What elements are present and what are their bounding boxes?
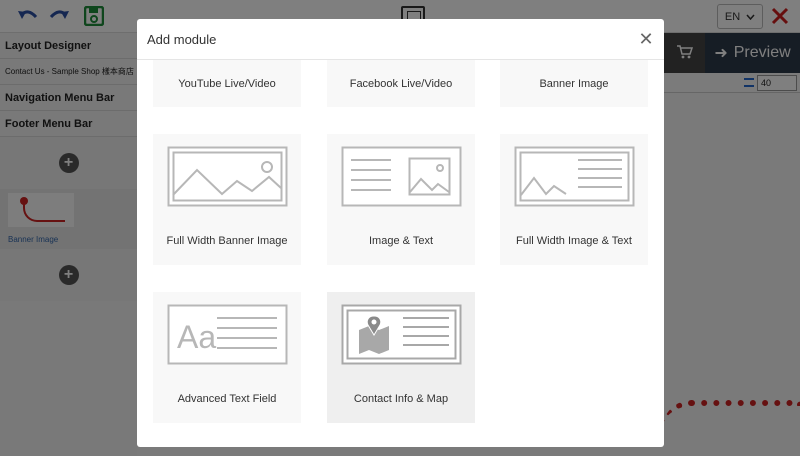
contact-map-icon — [341, 304, 461, 365]
module-label: Contact Info & Map — [353, 393, 449, 405]
module-label: YouTube Live/Video — [178, 77, 276, 90]
text-field-icon: Aa — [167, 304, 287, 365]
module-card-full-width-banner[interactable]: Full Width Banner Image — [153, 134, 301, 265]
module-label: Banner Image — [539, 77, 609, 90]
modal-header: Add module ✕ — [137, 19, 664, 60]
module-card-youtube[interactable]: YouTube Live/Video — [153, 60, 301, 107]
full-width-image-text-icon — [514, 146, 634, 207]
module-label: Image & Text — [369, 235, 433, 247]
module-label: Advanced Text Field — [177, 393, 277, 405]
module-card-facebook[interactable]: Facebook Live/Video — [327, 60, 475, 107]
module-label: Facebook Live/Video — [349, 77, 453, 90]
module-grid: YouTube Live/Video Facebook Live/Video B… — [137, 60, 664, 447]
module-label: Full Width Image & Text — [516, 235, 632, 247]
layout-designer-app: EN Layout Designer Contact Us - Sample S… — [0, 0, 800, 456]
module-label: Full Width Banner Image — [166, 235, 288, 247]
image-text-icon — [341, 146, 461, 207]
close-icon[interactable]: ✕ — [638, 29, 654, 49]
svg-text:Aa: Aa — [177, 319, 216, 355]
modal-title: Add module — [147, 31, 217, 47]
module-card-advanced-text[interactable]: Aa Advanced Text Field — [153, 292, 301, 423]
add-module-dialog: Add module ✕ YouTube Live/Video Facebook… — [137, 19, 664, 447]
module-card-contact-map[interactable]: Contact Info & Map — [327, 292, 475, 423]
module-card-full-width-image-text[interactable]: Full Width Image & Text — [500, 134, 648, 265]
module-card-banner-image[interactable]: Banner Image — [500, 60, 648, 107]
module-card-image-text[interactable]: Image & Text — [327, 134, 475, 265]
full-width-banner-icon — [167, 146, 287, 207]
